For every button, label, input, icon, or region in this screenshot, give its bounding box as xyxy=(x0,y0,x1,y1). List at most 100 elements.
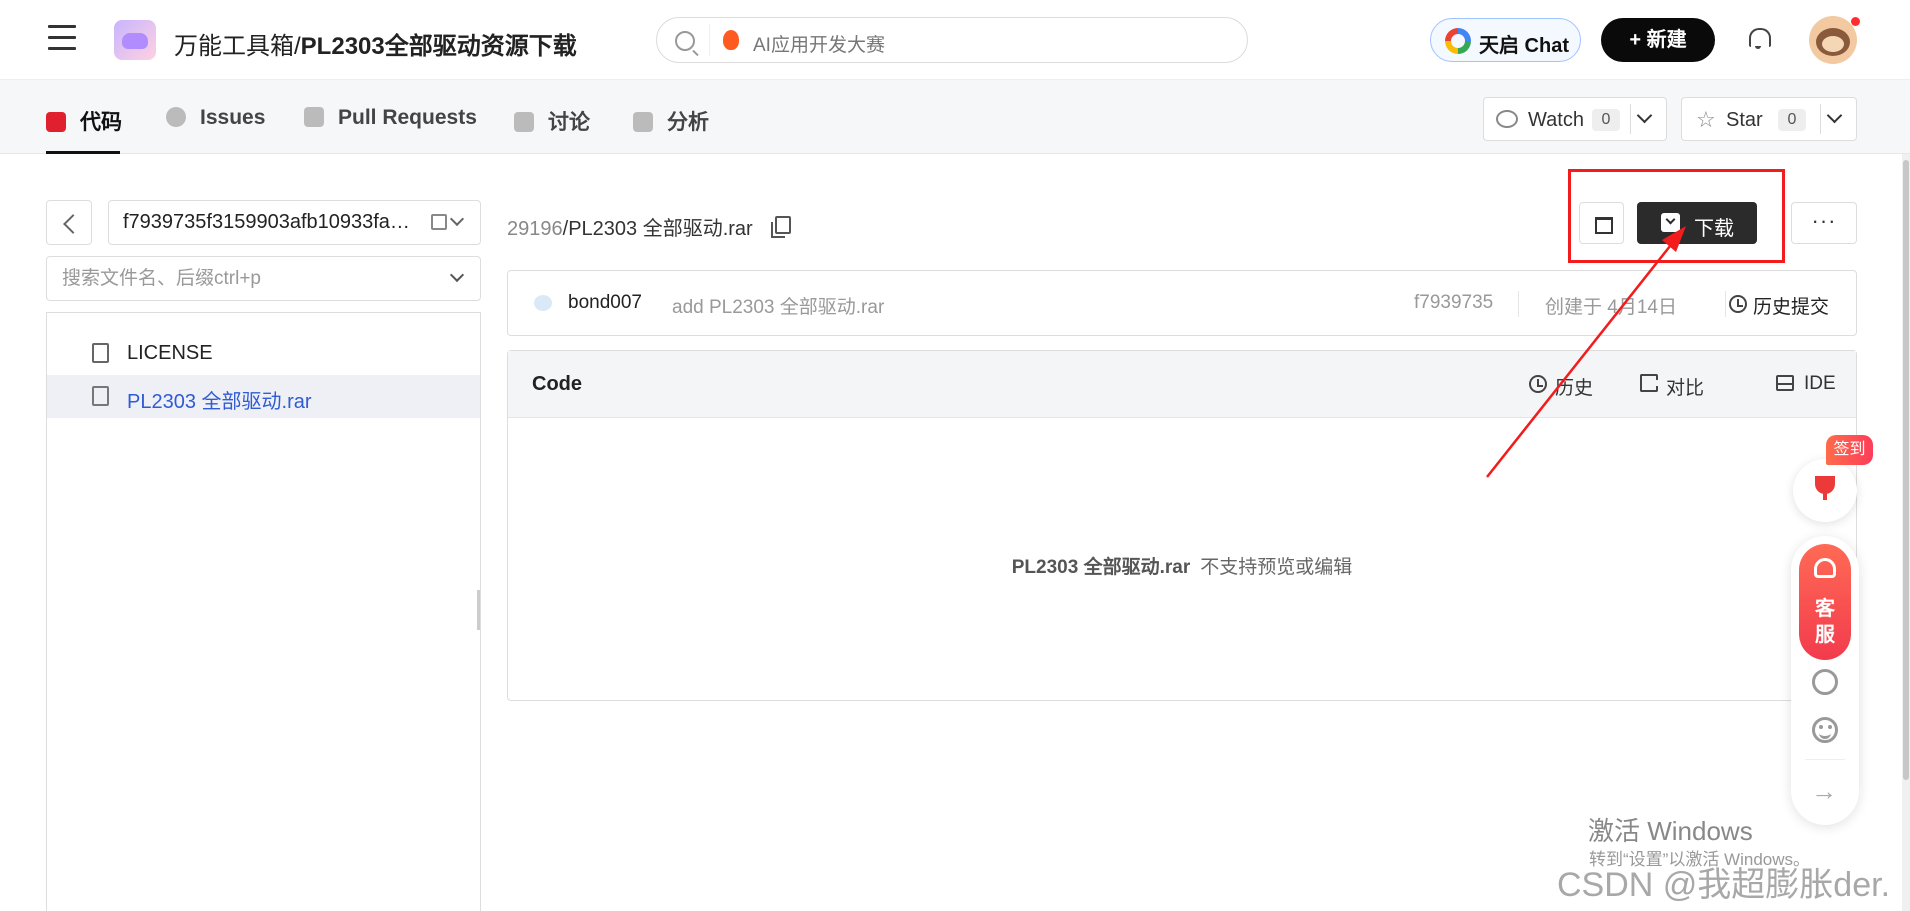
chevron-down-icon[interactable] xyxy=(449,267,465,283)
commit-author[interactable]: bond007 xyxy=(568,292,642,314)
avatar[interactable] xyxy=(1809,16,1857,64)
repo-owner[interactable]: 万能工具箱/ xyxy=(174,33,301,60)
code-panel-header: Code 历史 对比 IDE xyxy=(508,351,1856,418)
ide-button[interactable]: IDE xyxy=(1804,373,1836,395)
tianqi-chat-label: 天启 Chat xyxy=(1479,35,1569,57)
tianqi-chat-button[interactable]: 天启 Chat xyxy=(1430,18,1581,62)
commit-hash[interactable]: f7939735 xyxy=(1414,292,1493,314)
file-item-pl2303-rar[interactable]: PL2303 全部驱动.rar xyxy=(47,375,480,418)
archive-file-icon xyxy=(92,386,109,406)
history-icon xyxy=(1529,375,1547,393)
code-title: Code xyxy=(532,373,582,395)
chart-icon xyxy=(633,112,653,132)
trophy-icon xyxy=(1815,476,1835,500)
compare-icon xyxy=(1640,374,1658,392)
swirl-icon[interactable] xyxy=(1812,669,1838,695)
csdn-watermark: CSDN @我超膨胀der. xyxy=(1557,866,1891,904)
star-button[interactable]: ☆ Star 0 xyxy=(1681,97,1857,141)
watch-button[interactable]: Watch 0 xyxy=(1483,97,1667,141)
tab-pull-requests[interactable]: Pull Requests xyxy=(304,106,477,154)
eye-icon xyxy=(1496,110,1518,128)
file-tree: LICENSE PL2303 全部驱动.rar xyxy=(46,312,481,911)
pull-request-icon xyxy=(304,107,324,127)
floating-side-panel: 客 服 → xyxy=(1791,536,1859,825)
latest-commit-bar: bond007 add PL2303 全部驱动.rar f7939735 创建于… xyxy=(507,270,1857,336)
commit-divider xyxy=(1725,291,1726,317)
google-g-icon xyxy=(1445,28,1471,54)
back-button[interactable] xyxy=(46,200,92,245)
watch-count: 0 xyxy=(1592,109,1620,131)
global-search[interactable]: AI应用开发大赛 xyxy=(656,17,1248,63)
watch-label: Watch xyxy=(1528,109,1584,131)
repo-title[interactable]: 万能工具箱/PL2303全部驱动资源下载 xyxy=(174,26,577,61)
star-label: Star xyxy=(1726,109,1763,131)
tab-discussion[interactable]: 讨论 xyxy=(514,106,590,154)
avatar[interactable] xyxy=(534,295,552,311)
star-icon: ☆ xyxy=(1696,107,1716,132)
breadcrumb-root[interactable]: 29196 xyxy=(507,218,563,240)
panel-divider xyxy=(1805,759,1845,760)
file-item-license[interactable]: LICENSE xyxy=(47,332,480,375)
annotation-highlight-box xyxy=(1568,169,1785,263)
commit-message[interactable]: add PL2303 全部驱动.rar xyxy=(672,292,884,319)
commit-divider xyxy=(1518,291,1519,317)
smiley-icon[interactable] xyxy=(1812,717,1838,743)
repo-logo xyxy=(114,20,156,60)
search-icon xyxy=(675,31,695,51)
arrow-right-icon[interactable]: → xyxy=(1811,776,1837,807)
empty-message: 不支持预览或编辑 xyxy=(1200,557,1353,578)
commit-history-link[interactable]: 历史提交 xyxy=(1753,292,1829,319)
copy-icon[interactable] xyxy=(431,214,447,230)
file-search[interactable] xyxy=(46,256,481,301)
chevron-down-icon[interactable] xyxy=(449,211,465,227)
customer-service-button[interactable]: 客 服 xyxy=(1799,544,1851,660)
branch-selector[interactable]: f7939735f3159903afb10933fa… xyxy=(108,200,481,245)
page-scrollbar-thumb[interactable] xyxy=(1903,160,1909,780)
notification-dot xyxy=(1851,17,1860,26)
commit-date: 创建于 4月14日 xyxy=(1545,297,1677,318)
tab-label: Pull Requests xyxy=(338,106,477,129)
sign-in-badge[interactable]: 签到 xyxy=(1826,435,1873,465)
file-search-input[interactable] xyxy=(48,258,428,299)
windows-activation-title: 激活 Windows xyxy=(1588,816,1753,846)
code-icon xyxy=(46,112,66,132)
copy-path-icon[interactable] xyxy=(771,216,791,238)
code-file-icon xyxy=(92,343,109,363)
tab-label: 分析 xyxy=(667,111,709,134)
fire-icon xyxy=(723,30,739,50)
chevron-down-icon[interactable] xyxy=(1826,107,1843,124)
sign-in-widget[interactable] xyxy=(1793,459,1857,522)
empty-file-name: PL2303 全部驱动.rar xyxy=(1011,557,1191,578)
compare-button[interactable]: 对比 xyxy=(1666,373,1704,400)
branch-name: f7939735f3159903afb10933fa… xyxy=(123,211,410,233)
history-icon xyxy=(1729,295,1747,313)
top-header: 万能工具箱/PL2303全部驱动资源下载 AI应用开发大赛 天启 Chat + … xyxy=(0,0,1910,80)
headset-icon xyxy=(1814,558,1836,578)
tab-label: Issues xyxy=(200,106,266,129)
repo-name[interactable]: PL2303全部驱动资源下载 xyxy=(301,33,577,60)
history-button[interactable]: 历史 xyxy=(1555,373,1593,400)
star-count: 0 xyxy=(1778,109,1806,131)
search-divider xyxy=(709,24,710,56)
more-button[interactable]: ··· xyxy=(1791,202,1857,244)
tab-label: 代码 xyxy=(80,111,122,134)
star-divider xyxy=(1820,104,1821,134)
code-panel: Code 历史 对比 IDE PL2303 全部驱动.rar 不支持预览或编辑 xyxy=(507,350,1857,701)
new-button[interactable]: + 新建 xyxy=(1601,18,1715,62)
tab-issues[interactable]: Issues xyxy=(166,106,265,154)
ide-icon xyxy=(1776,375,1794,391)
chevron-down-icon[interactable] xyxy=(1636,107,1653,124)
bell-icon[interactable] xyxy=(1747,26,1771,50)
tab-analysis[interactable]: 分析 xyxy=(633,106,709,154)
issue-icon xyxy=(166,107,186,127)
menu-icon[interactable] xyxy=(48,25,76,53)
file-name: LICENSE xyxy=(127,342,213,364)
search-hint: AI应用开发大赛 xyxy=(753,35,885,56)
tab-code[interactable]: 代码 xyxy=(46,106,122,154)
panel-resize-handle[interactable] xyxy=(477,590,480,630)
tab-label: 讨论 xyxy=(548,111,590,134)
breadcrumb: 29196/PL2303 全部驱动.rar xyxy=(507,212,753,241)
breadcrumb-file: PL2303 全部驱动.rar xyxy=(568,218,753,240)
discussion-icon xyxy=(514,112,534,132)
watch-divider xyxy=(1630,104,1631,134)
